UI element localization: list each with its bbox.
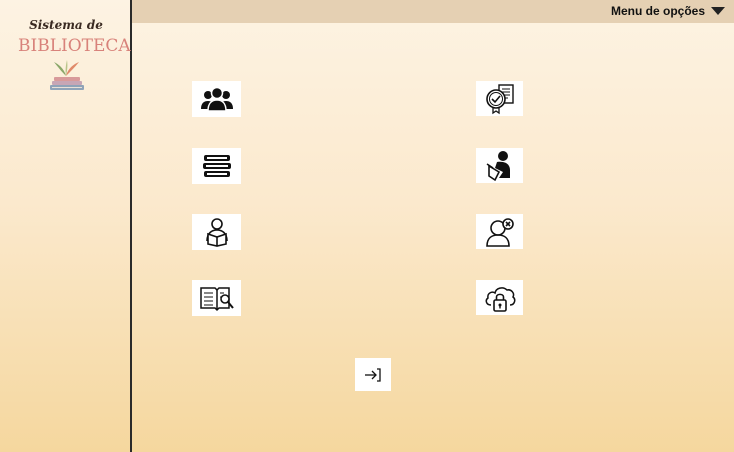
logo-line1: Sistema de	[29, 18, 103, 32]
books-plant-icon	[50, 60, 84, 90]
book-stack-icon	[202, 155, 231, 177]
remove-user-icon	[485, 217, 514, 247]
books-button[interactable]	[192, 148, 241, 184]
caret-down-icon	[711, 7, 725, 15]
reader-with-book-icon	[205, 218, 228, 247]
users-button[interactable]	[192, 81, 241, 117]
logo-line2: BIBLIOTECA	[18, 36, 131, 56]
logout-icon	[365, 367, 381, 382]
reading-button[interactable]	[476, 148, 523, 183]
library-logo: Sistema de BIBLIOTECA	[18, 18, 131, 98]
cloud-lock-icon	[485, 286, 515, 312]
book-search-icon	[199, 287, 234, 312]
readers-button[interactable]	[192, 214, 241, 250]
approved-document-icon	[485, 83, 514, 114]
remove-user-button[interactable]	[476, 214, 523, 249]
person-reading-icon	[486, 150, 510, 181]
logout-button[interactable]	[355, 358, 391, 391]
sidebar: Sistema de BIBLIOTECA	[0, 0, 132, 452]
search-books-button[interactable]	[192, 280, 241, 316]
users-group-icon	[200, 86, 233, 112]
approvals-button[interactable]	[476, 81, 523, 116]
options-menu-button[interactable]: Menu de opções	[611, 2, 726, 20]
options-menu-label: Menu de opções	[610, 4, 705, 18]
top-bar: Menu de opções	[132, 0, 734, 23]
cloud-lock-button[interactable]	[476, 280, 523, 315]
